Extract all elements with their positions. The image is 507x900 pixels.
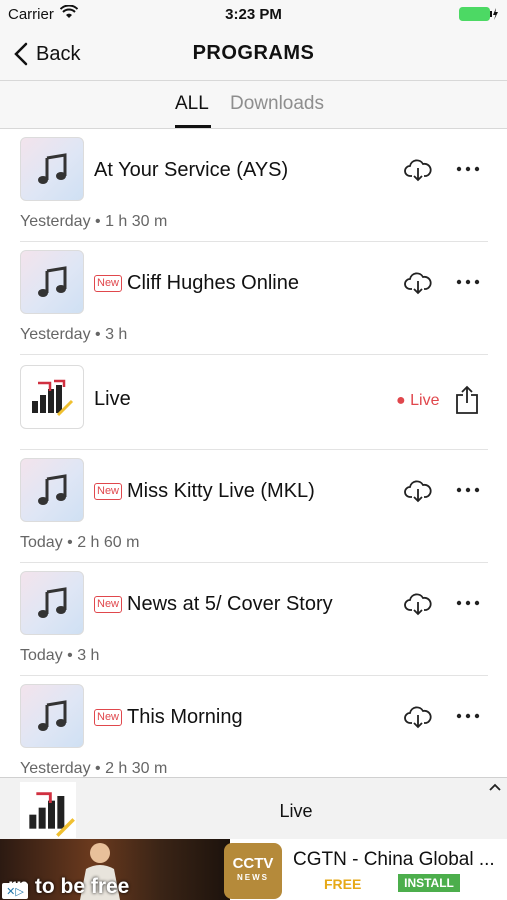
- new-badge: New: [94, 596, 123, 613]
- list-item[interactable]: New This Morning Yesterday • 2 h 30 m: [20, 676, 488, 789]
- cloud-download-icon[interactable]: [404, 592, 432, 616]
- program-thumbnail: [20, 571, 84, 635]
- program-meta: Yesterday • 1 h 30 m: [20, 213, 168, 230]
- cloud-download-icon[interactable]: [404, 479, 432, 503]
- program-title: New Miss Kitty Live (MKL): [94, 480, 315, 503]
- program-thumbnail: [20, 684, 84, 748]
- station-logo: [20, 365, 84, 429]
- music-note-icon: [38, 700, 67, 731]
- music-note-icon: [38, 266, 67, 297]
- list-item-live[interactable]: Live ● Live: [20, 355, 488, 450]
- more-options-icon[interactable]: [456, 278, 480, 286]
- status-bar: Carrier 3:23 PM: [0, 0, 507, 28]
- program-list: At Your Service (AYS) Yesterday • 1 h 30…: [0, 129, 507, 789]
- ad-choices-icon[interactable]: ✕▷: [2, 883, 28, 899]
- battery-icon: [459, 7, 498, 21]
- ad-price: FREE: [324, 876, 362, 892]
- tab-bar: ALL Downloads: [0, 81, 507, 129]
- program-meta: Today • 3 h: [20, 647, 100, 664]
- new-badge: New: [94, 483, 123, 500]
- music-note-icon: [38, 153, 67, 184]
- navigation-bar: Back PROGRAMS: [0, 28, 507, 81]
- clock: 3:23 PM: [225, 6, 282, 23]
- list-item[interactable]: At Your Service (AYS) Yesterday • 1 h 30…: [20, 129, 488, 242]
- program-title: New News at 5/ Cover Story: [94, 593, 333, 616]
- program-title: At Your Service (AYS): [94, 159, 289, 181]
- program-meta: Yesterday • 3 h: [20, 326, 128, 343]
- program-meta: Yesterday • 2 h 30 m: [20, 760, 168, 777]
- list-item[interactable]: New News at 5/ Cover Story Today • 3 h: [20, 563, 488, 676]
- active-tab-indicator: [175, 125, 211, 128]
- more-options-icon[interactable]: [456, 599, 480, 607]
- program-title: New Cliff Hughes Online: [94, 272, 299, 295]
- new-badge: New: [94, 709, 123, 726]
- new-badge: New: [94, 275, 123, 292]
- ad-app-logo: CCTV NEWS: [224, 843, 282, 899]
- more-options-icon[interactable]: [456, 165, 480, 173]
- program-thumbnail: [20, 137, 84, 201]
- program-meta: Today • 2 h 60 m: [20, 534, 140, 551]
- more-options-icon[interactable]: [456, 712, 480, 720]
- player-title: Live: [279, 801, 313, 821]
- tab-all[interactable]: ALL: [175, 93, 209, 115]
- cloud-download-icon[interactable]: [404, 271, 432, 295]
- station-logo-icon: [32, 379, 74, 417]
- ad-install-button[interactable]: INSTALL: [398, 874, 460, 892]
- share-icon[interactable]: [454, 385, 480, 415]
- cloud-download-icon[interactable]: [404, 705, 432, 729]
- cloud-download-icon[interactable]: [404, 158, 432, 182]
- music-note-icon: [38, 474, 67, 505]
- list-item[interactable]: New Miss Kitty Live (MKL) Today • 2 h 60 …: [20, 450, 488, 563]
- mini-player[interactable]: Live: [0, 777, 507, 840]
- ad-app-title: CGTN - China Global ...: [293, 849, 495, 870]
- ad-image: rn to be free: [0, 839, 230, 900]
- tab-downloads[interactable]: Downloads: [230, 93, 324, 115]
- program-title: Live: [94, 388, 131, 410]
- program-thumbnail: [20, 250, 84, 314]
- chevron-up-icon[interactable]: [488, 782, 502, 792]
- live-indicator: ● Live: [396, 392, 440, 409]
- ad-banner[interactable]: rn to be free ✕▷ CCTV NEWS CGTN - China …: [0, 839, 507, 900]
- list-item[interactable]: New Cliff Hughes Online Yesterday • 3 h: [20, 242, 488, 355]
- program-thumbnail: [20, 458, 84, 522]
- music-note-icon: [38, 587, 67, 618]
- program-title: New This Morning: [94, 706, 243, 729]
- page-title: PROGRAMS: [192, 42, 315, 64]
- more-options-icon[interactable]: [456, 486, 480, 494]
